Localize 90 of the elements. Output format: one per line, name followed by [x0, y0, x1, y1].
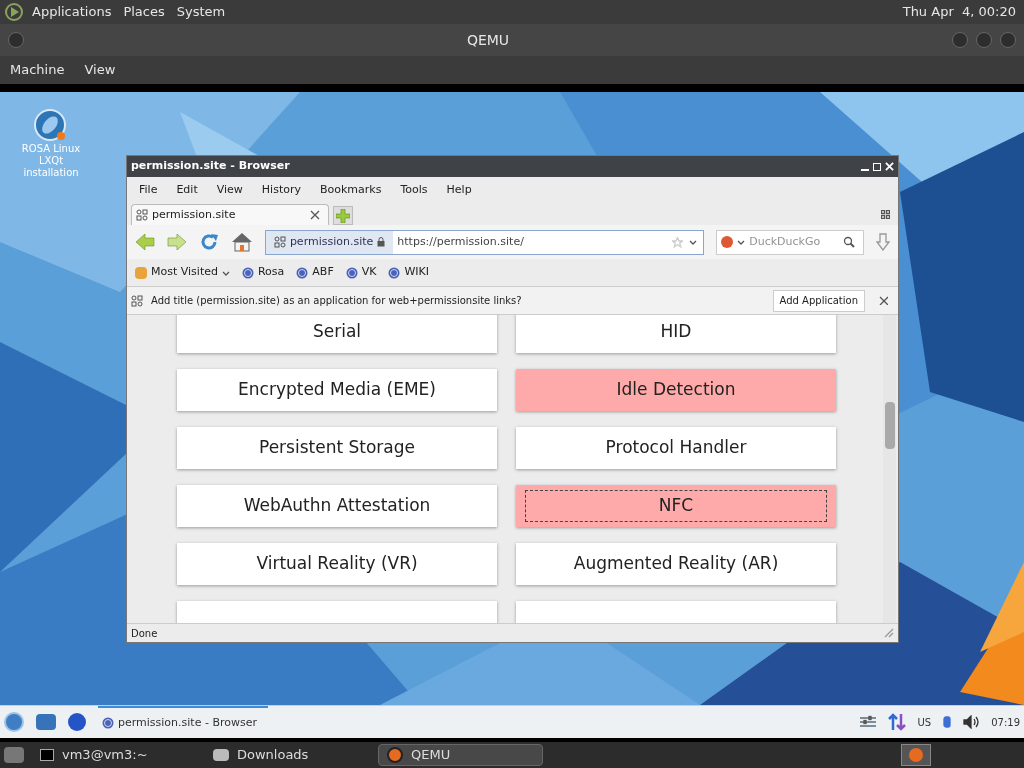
sliders-icon[interactable] [859, 715, 876, 729]
star-icon[interactable] [672, 236, 684, 248]
site-badge[interactable]: permission.site [265, 230, 394, 254]
scrollbar[interactable] [883, 315, 896, 623]
window-button-icon[interactable] [976, 32, 992, 48]
bookmark[interactable]: Most Visited [135, 264, 230, 281]
menu-item[interactable]: Edit [176, 181, 198, 199]
menu-item[interactable]: Help [446, 181, 472, 199]
bookmark[interactable]: WIKI [388, 264, 430, 281]
permission-button[interactable]: WebAuthn Attestation [177, 485, 497, 527]
add-application-button[interactable]: Add Application [772, 289, 865, 312]
permission-button[interactable]: Idle Detection [516, 369, 836, 411]
download-icon[interactable] [876, 233, 890, 251]
clock: Thu Apr 4, 00:20 [902, 3, 1016, 22]
home-icon[interactable] [230, 232, 253, 252]
globe-icon [345, 266, 358, 279]
window-button-icon[interactable] [1000, 32, 1016, 48]
taskbar-task[interactable]: vm3@vm3:~ [32, 744, 197, 766]
permission-button[interactable]: Encrypted Media (EME) [177, 369, 497, 411]
folder-icon [135, 266, 147, 279]
permission-button[interactable]: Persistent Storage [177, 427, 497, 469]
window-title: permission.site - Browser [131, 158, 291, 175]
menu-item[interactable]: View [84, 60, 116, 80]
address-field[interactable]: permission.site https://permission.site/ [264, 229, 705, 255]
permission-button[interactable]: Serial [177, 315, 497, 353]
play-icon[interactable] [4, 2, 24, 22]
terminal-icon [40, 749, 54, 761]
chevron-icon[interactable] [689, 239, 698, 245]
bookmark[interactable]: ABF [296, 264, 334, 281]
tab-list-icon[interactable] [881, 210, 890, 219]
folder-icon [213, 749, 229, 761]
chevron-icon[interactable] [737, 239, 746, 245]
lock-icon [377, 237, 386, 247]
chevron-icon[interactable] [221, 269, 230, 276]
browser-tab[interactable]: permission.site [131, 204, 329, 225]
globe-icon [296, 266, 309, 279]
close-icon[interactable] [879, 296, 888, 305]
menu-item[interactable]: View [216, 181, 243, 199]
globe-icon [388, 266, 401, 279]
task-label: vm3@vm3:~ [62, 746, 148, 765]
keyboard-layout[interactable]: US [917, 714, 932, 730]
folder-icon[interactable] [36, 714, 56, 730]
panel-menu[interactable]: Applications [32, 2, 112, 22]
status-text: Done [131, 626, 159, 641]
menu-item[interactable]: File [139, 181, 158, 199]
close-icon[interactable] [310, 210, 320, 220]
permission-button[interactable]: HID [516, 315, 836, 353]
back-icon[interactable] [135, 233, 155, 251]
globe-icon [241, 266, 254, 279]
permissions-icon [136, 209, 148, 221]
permission-button[interactable]: NFC [516, 485, 836, 527]
panel-menu[interactable]: System [176, 2, 226, 22]
app-icon [387, 747, 403, 763]
search-field[interactable]: DuckDuckGo [716, 229, 864, 255]
resize-grip-icon[interactable] [884, 628, 894, 638]
app-icon[interactable] [901, 744, 931, 766]
search-input[interactable]: DuckDuckGo [749, 233, 840, 251]
panel-menu[interactable]: Places [123, 2, 165, 22]
menu-item[interactable]: History [261, 181, 301, 199]
menu-item[interactable]: Bookmarks [320, 181, 382, 199]
permission-button[interactable]: Virtual Reality (VR) [177, 543, 497, 585]
bookmark[interactable]: VK [345, 264, 377, 281]
usb-icon[interactable] [943, 715, 952, 729]
permissions-icon [131, 294, 143, 307]
notification-text: Add title (permission.site) as an application for web+permissionsite links? [151, 294, 523, 308]
taskbar-task[interactable]: Downloads [205, 744, 370, 766]
window-button-icon[interactable] [8, 32, 24, 48]
clock: 07:19 [991, 715, 1020, 730]
bookmark[interactable]: Rosa [241, 264, 285, 281]
task-label: Downloads [237, 746, 309, 765]
search-icon[interactable] [843, 236, 856, 248]
maximize-icon[interactable] [873, 162, 881, 171]
menu-item[interactable]: Machine [10, 60, 65, 80]
window-button-icon[interactable] [952, 32, 968, 48]
up-down-arrows-icon[interactable] [887, 713, 906, 731]
permission-button[interactable]: Augmented Reality (AR) [516, 543, 836, 585]
url-text: https://permission.site/ [396, 233, 525, 250]
desktop-icon[interactable] [4, 747, 24, 763]
globe-icon [102, 717, 114, 729]
task-label: QEMU [411, 746, 451, 765]
volume-icon[interactable] [963, 715, 980, 729]
icon-label: ROSA Linux LXQt installation [20, 143, 82, 179]
taskbar-task[interactable]: QEMU [378, 744, 543, 766]
menu-item[interactable]: Tools [400, 181, 428, 199]
permissions-icon [273, 236, 286, 248]
tab-label: permission.site [152, 206, 237, 223]
window-title: QEMU [465, 30, 511, 50]
plus-icon [336, 208, 350, 223]
installer-icon[interactable] [34, 109, 68, 143]
permission-button[interactable]: Protocol Handler [516, 427, 836, 469]
